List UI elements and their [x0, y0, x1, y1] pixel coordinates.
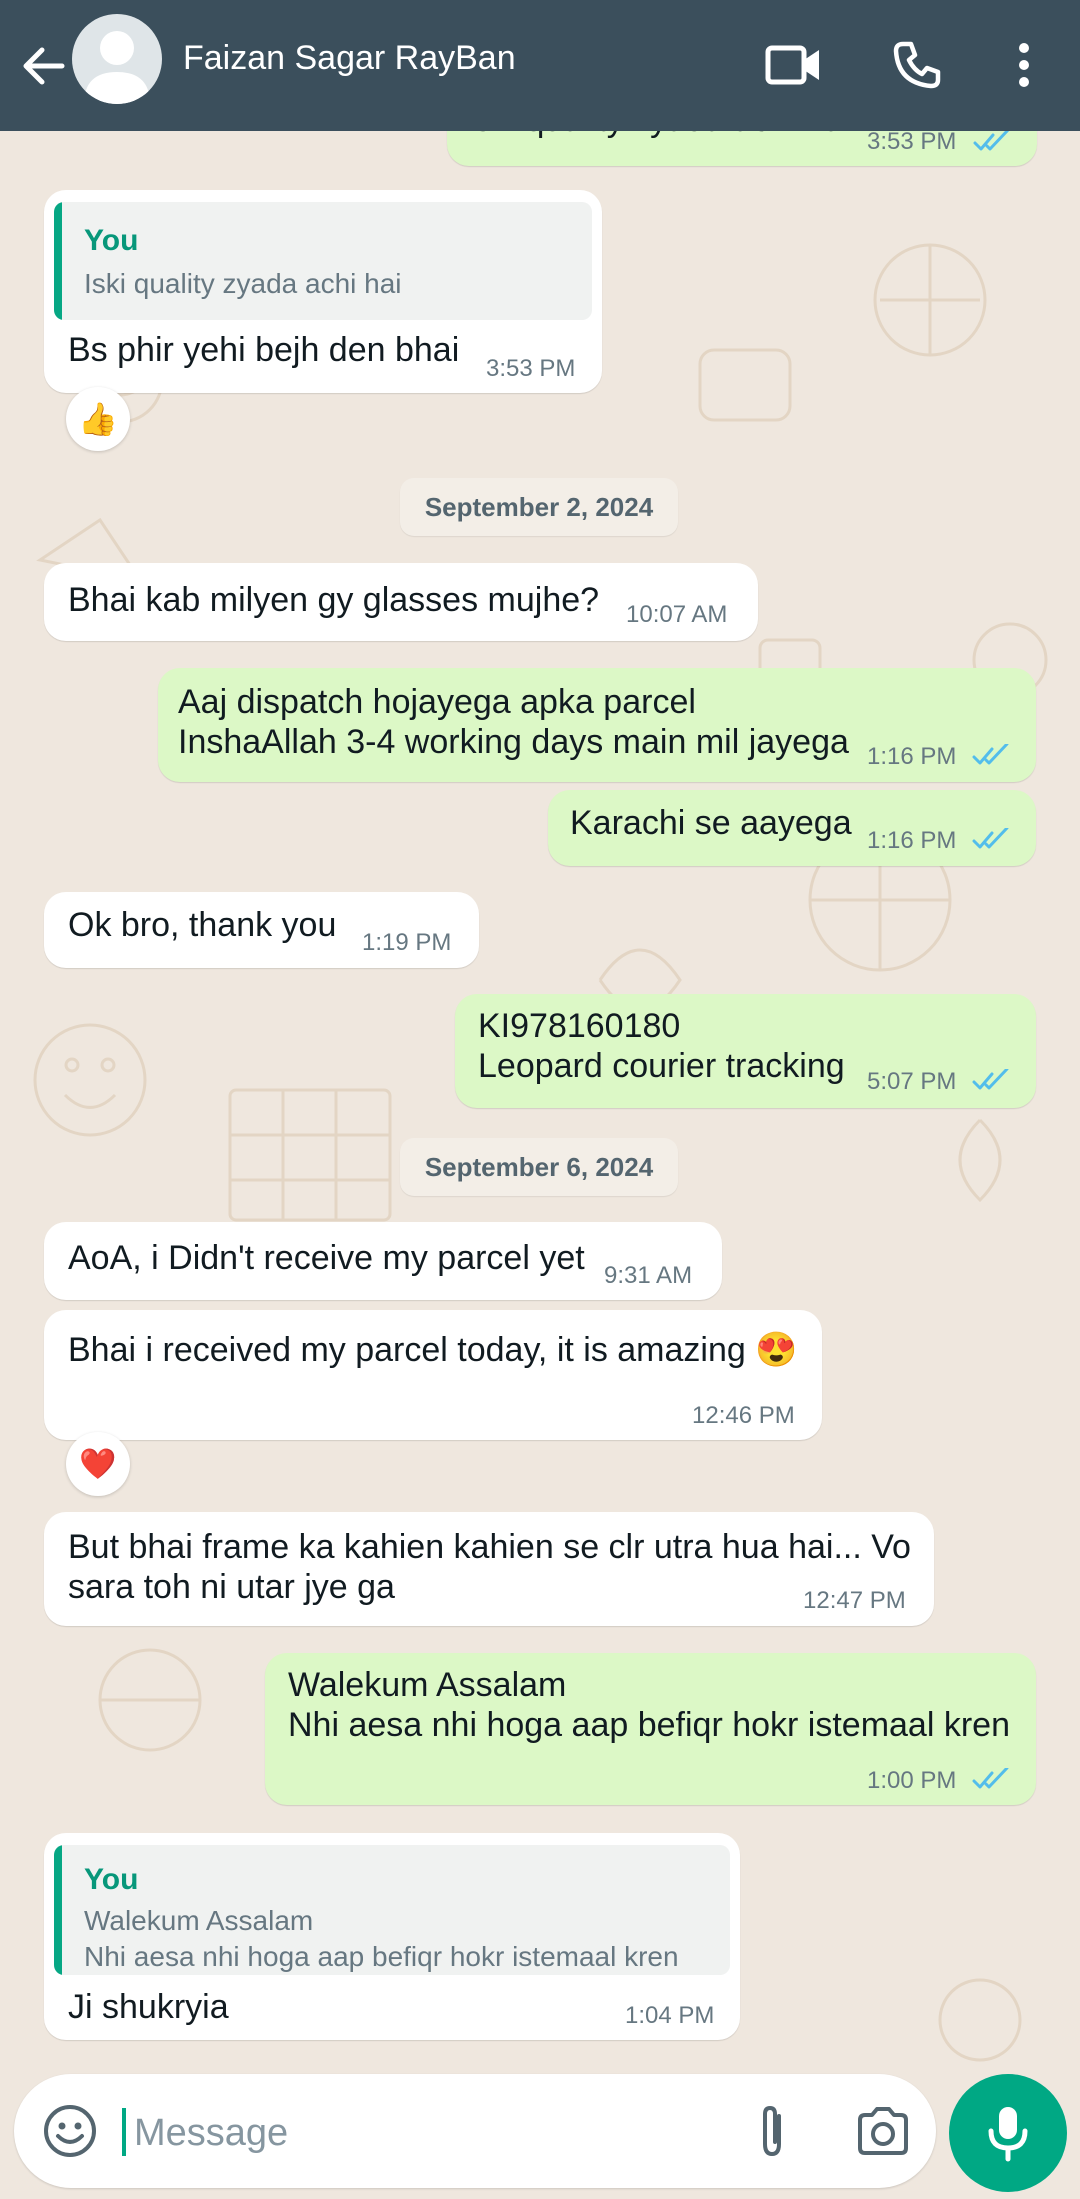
- message-text: Ok bro, thank you: [68, 906, 337, 944]
- message-time: 12:47 PM: [803, 1587, 906, 1614]
- read-ticks-icon: [972, 1768, 1009, 1789]
- date-divider: September 2, 2024: [400, 478, 678, 536]
- message-time: 1:00 PM: [867, 1767, 957, 1794]
- message-bubble-outgoing[interactable]: KI978160180 Leopard courier tracking 5:0…: [455, 994, 1036, 1108]
- message-composer: [14, 2074, 936, 2188]
- quote-author: You: [84, 224, 139, 257]
- thumbs-up-icon: 👍: [78, 401, 118, 437]
- message-time: 1:19 PM: [362, 929, 452, 956]
- camera-icon[interactable]: [850, 2098, 916, 2164]
- mic-button[interactable]: [949, 2074, 1067, 2192]
- message-time: 10:07 AM: [626, 601, 728, 628]
- message-time: 3:53 PM: [867, 128, 957, 155]
- quote-author: You: [84, 1863, 139, 1896]
- video-call-icon: [765, 45, 819, 85]
- message-text: Bhai kab milyen gy glasses mujhe?: [68, 581, 600, 619]
- read-ticks-icon: [973, 130, 1010, 151]
- voice-call-button[interactable]: [882, 30, 952, 100]
- quoted-message[interactable]: You Iski quality zyada achi hai: [54, 202, 592, 320]
- message-bubble-incoming[interactable]: AoA, i Didn't receive my parcel yet 9:31…: [44, 1222, 722, 1300]
- message-text: Walekum Assalam Nhi aesa nhi hoga aap be…: [288, 1666, 1010, 1744]
- message-text: Aaj dispatch hojayega apka parcel InshaA…: [178, 683, 849, 761]
- avatar[interactable]: [72, 14, 162, 104]
- emoji-icon[interactable]: [40, 2101, 100, 2161]
- message-text: Ji shukryia: [68, 1988, 229, 2026]
- message-bubble-outgoing[interactable]: Walekum Assalam Nhi aesa nhi hoga aap be…: [265, 1653, 1036, 1805]
- voice-call-icon: [893, 41, 941, 89]
- more-options-button[interactable]: [989, 30, 1059, 100]
- message-bubble-outgoing[interactable]: Karachi se aayega 1:16 PM: [548, 790, 1036, 866]
- message-text: Karachi se aayega: [570, 804, 852, 842]
- date-divider: September 6, 2024: [400, 1138, 678, 1196]
- message-text: Bs phir yehi bejh den bhai: [68, 331, 460, 369]
- read-ticks-icon: [972, 1069, 1009, 1090]
- message-bubble-incoming[interactable]: You Walekum Assalam Nhi aesa nhi hoga aa…: [44, 1833, 740, 2040]
- quote-text: Iski quality zyada achi hai: [84, 268, 402, 299]
- message-input[interactable]: [132, 2104, 696, 2162]
- message-text: KI978160180 Leopard courier tracking: [478, 1007, 845, 1085]
- message-reaction[interactable]: ❤️: [66, 1432, 130, 1496]
- message-bubble-incoming[interactable]: Bhai i received my parcel today, it is a…: [44, 1310, 822, 1440]
- more-options-icon: [1019, 43, 1029, 87]
- back-arrow-icon[interactable]: [14, 36, 74, 96]
- read-ticks-icon: [972, 744, 1009, 765]
- message-time: 9:31 AM: [604, 1262, 693, 1289]
- message-time: 1:16 PM: [867, 827, 957, 854]
- message-time: 3:53 PM: [486, 355, 576, 382]
- message-time: 12:46 PM: [692, 1402, 795, 1429]
- message-text: Bhai i received my parcel today, it is a…: [68, 1331, 798, 1369]
- mic-icon: [988, 2107, 1028, 2162]
- message-time: 1:04 PM: [625, 2002, 715, 2029]
- attach-icon[interactable]: [739, 2098, 805, 2164]
- heart-icon: ❤️: [79, 1447, 117, 1481]
- message-time: 5:07 PM: [867, 1068, 957, 1095]
- text-cursor: [122, 2108, 126, 2156]
- message-bubble-incoming[interactable]: You Iski quality zyada achi hai Bs phir …: [44, 190, 602, 393]
- video-call-button[interactable]: [759, 30, 829, 100]
- message-bubble-outgoing[interactable]: Aaj dispatch hojayega apka parcel InshaA…: [158, 668, 1036, 782]
- quoted-message[interactable]: You Walekum Assalam Nhi aesa nhi hoga aa…: [54, 1845, 730, 1975]
- contact-name[interactable]: Faizan Sagar RayBan: [183, 36, 516, 80]
- message-time: 1:16 PM: [867, 743, 957, 770]
- chat-area[interactable]: Iski quality zyada achi hai 3:53 PM You …: [0, 0, 1080, 2199]
- message-text: AoA, i Didn't receive my parcel yet: [68, 1239, 585, 1277]
- message-text: But bhai frame ka kahien kahien se clr u…: [68, 1528, 911, 1606]
- message-reaction[interactable]: 👍: [66, 387, 130, 451]
- default-avatar-icon: [84, 31, 150, 104]
- chat-header: Faizan Sagar RayBan: [0, 0, 1080, 131]
- read-ticks-icon: [972, 828, 1009, 849]
- message-bubble-incoming[interactable]: Ok bro, thank you 1:19 PM: [44, 892, 479, 968]
- message-bubble-incoming[interactable]: Bhai kab milyen gy glasses mujhe? 10:07 …: [44, 563, 758, 641]
- message-bubble-incoming[interactable]: But bhai frame ka kahien kahien se clr u…: [44, 1512, 934, 1626]
- quote-text: Walekum Assalam Nhi aesa nhi hoga aap be…: [84, 1905, 679, 1972]
